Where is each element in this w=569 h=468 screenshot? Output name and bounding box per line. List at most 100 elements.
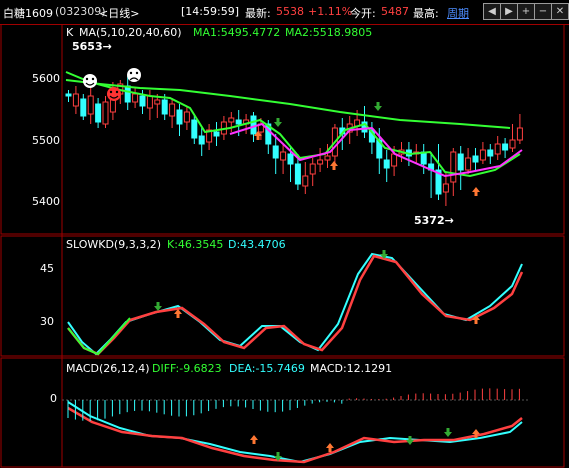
main-k-label: K <box>66 26 74 39</box>
ma-line-long <box>65 79 511 129</box>
symbol-code: (032309) <box>55 5 106 18</box>
macd-dea-value: DEA:-15.7469 <box>229 362 305 375</box>
change-percent: +1.11% <box>308 5 353 18</box>
candlestick-series <box>65 76 523 206</box>
smiley-icon <box>83 74 97 88</box>
timestamp: [14:59:59] <box>181 5 239 18</box>
candle-body <box>442 183 449 193</box>
candle-body <box>317 159 324 165</box>
smiley-icon <box>107 87 121 101</box>
slowkd-panel-frame <box>0 235 565 357</box>
slowkd-d-value: D:43.4706 <box>228 238 286 251</box>
candle-body <box>176 109 183 125</box>
candle-body <box>287 153 294 165</box>
candle-body <box>294 163 301 185</box>
title-bar: 白糖1609 (032309) <日线> [14:59:59] 最新: 5538… <box>0 0 569 25</box>
candle-body <box>65 93 72 97</box>
slowkd-ytick-1: 45 <box>40 262 54 275</box>
candle-body <box>124 85 131 103</box>
candle-body <box>450 151 457 183</box>
candle-body <box>250 115 257 135</box>
candle-body <box>309 163 316 175</box>
buy-arrow-icon <box>330 161 338 170</box>
candle-body <box>87 95 94 115</box>
candle-body <box>102 101 109 125</box>
sell-arrow-icon <box>444 428 452 437</box>
candle-body <box>228 117 235 123</box>
candle-body <box>80 98 87 117</box>
macd-diff-line <box>67 406 523 464</box>
candle-body <box>324 155 331 161</box>
candle-body <box>95 103 102 123</box>
candle-body <box>132 93 139 103</box>
main-ytick-2: 5500 <box>32 134 60 147</box>
main-panel-frame <box>0 24 565 235</box>
high-label: 最高: <box>413 7 439 20</box>
macd-histogram-value: MACD:12.1291 <box>310 362 392 375</box>
arrow-right-icon[interactable]: ▶ <box>500 3 518 20</box>
frown-icon <box>127 68 141 82</box>
macd-dea-line <box>67 401 523 464</box>
macd-histogram <box>67 388 520 421</box>
open-label: 今开: <box>350 7 376 20</box>
sell-arrow-icon <box>274 118 282 127</box>
main-ytick-1: 5600 <box>32 72 60 85</box>
candle-body <box>154 99 161 105</box>
candle-body <box>465 157 472 171</box>
candle-body <box>502 143 509 151</box>
period-button[interactable]: 周期 <box>447 5 469 21</box>
latest-price: 5538 <box>276 5 304 18</box>
zoom-out-icon[interactable]: − <box>534 3 552 20</box>
candle-body <box>516 127 523 141</box>
kline-chart[interactable]: K MA(5,10,20,40,60) MA1:5495.4772 MA2:55… <box>0 24 569 468</box>
candle-body <box>509 139 516 149</box>
open-price: 5487 <box>381 5 409 18</box>
candle-body <box>191 119 198 139</box>
candle-body <box>479 149 486 161</box>
candle-body <box>198 135 205 145</box>
candle-body <box>235 119 242 125</box>
ma2-value: MA2:5518.9805 <box>285 26 372 39</box>
buy-arrow-icon <box>326 443 334 452</box>
candle-body <box>472 155 479 163</box>
macd-label: MACD(26,12,4) <box>66 362 150 375</box>
macd-ytick-zero: 0 <box>50 392 57 405</box>
candle-body <box>146 95 153 109</box>
main-ytick-3: 5400 <box>32 195 60 208</box>
candle-body <box>494 143 501 155</box>
sell-arrow-icon <box>154 302 162 311</box>
macd-diff-value: DIFF:-9.6823 <box>152 362 222 375</box>
candle-body <box>161 99 168 115</box>
candle-body <box>213 131 220 137</box>
arrow-left-icon[interactable]: ◀ <box>483 3 501 20</box>
candle-body <box>302 175 309 187</box>
buy-arrow-icon <box>174 309 182 318</box>
slowkd-k-line <box>67 254 524 356</box>
candle-body <box>139 95 146 107</box>
ma1-value: MA1:5495.4772 <box>193 26 280 39</box>
buy-arrow-icon <box>472 187 480 196</box>
candle-body <box>280 151 287 161</box>
zoom-in-icon[interactable]: + <box>517 3 535 20</box>
high-annotation: 5653→ <box>72 40 112 53</box>
candle-body <box>183 111 190 123</box>
candle-body <box>457 153 464 171</box>
slowkd-d-line <box>67 252 523 356</box>
candle-body <box>487 149 494 157</box>
chart-period: <日线> <box>99 7 140 20</box>
low-annotation: 5372→ <box>414 214 454 227</box>
symbol-name: 白糖1609 <box>3 7 53 20</box>
candle-body <box>383 159 390 169</box>
candle-body <box>169 103 176 117</box>
slowkd-k-value: K:46.3545 <box>167 238 223 251</box>
ma-label: MA(5,10,20,40,60) <box>79 26 182 39</box>
sell-arrow-icon <box>406 436 414 445</box>
candle-body <box>391 153 398 167</box>
sell-arrow-icon <box>374 102 382 111</box>
slowkd-ytick-2: 30 <box>40 315 54 328</box>
close-icon[interactable]: ✕ <box>551 3 569 20</box>
buy-arrow-icon <box>250 435 258 444</box>
candle-body <box>272 145 279 159</box>
candle-body <box>72 93 79 107</box>
slowkd-label: SLOWKD(9,3,3,2) <box>66 238 161 251</box>
